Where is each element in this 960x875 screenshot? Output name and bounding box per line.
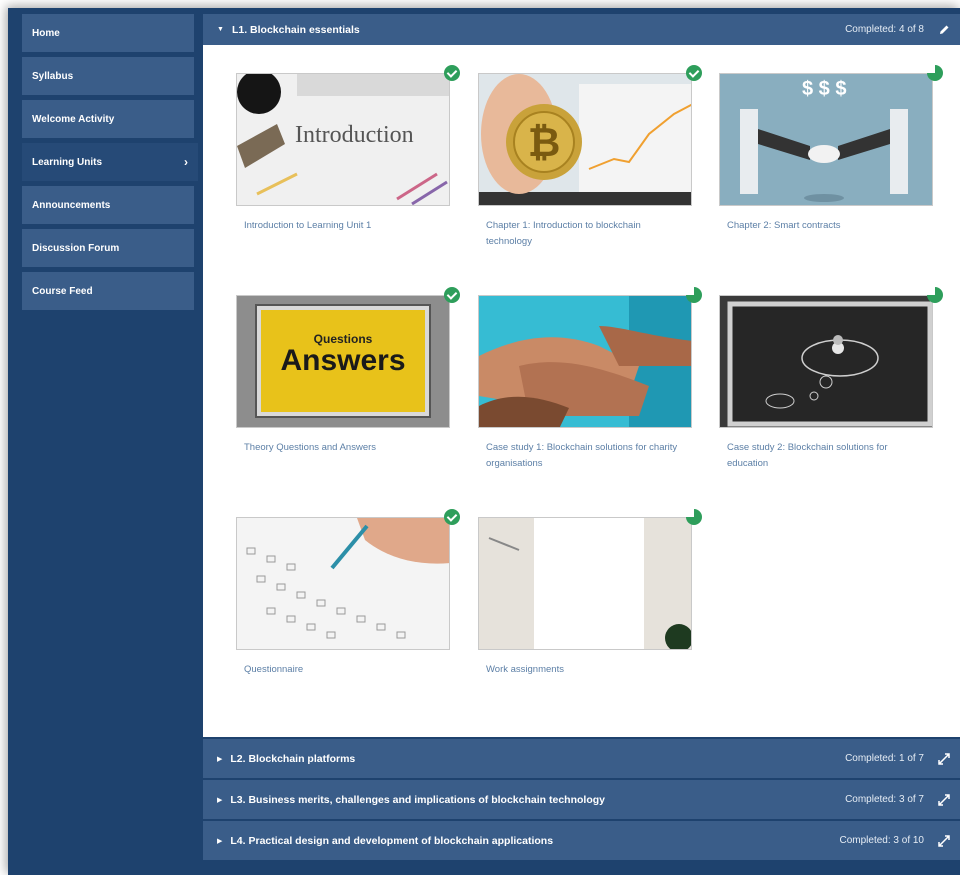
thumbnail-image: Introduction	[236, 73, 450, 206]
svg-text:₿: ₿	[528, 121, 561, 165]
unit-title: L2. Blockchain platforms	[230, 752, 356, 765]
expand-icon[interactable]	[938, 834, 950, 847]
sidebar-item-course-feed[interactable]: Course Feed	[22, 272, 194, 310]
app-frame: Home Syllabus Welcome Activity Learning …	[8, 8, 960, 875]
card-title[interactable]: Introduction to Learning Unit 1	[236, 218, 450, 234]
sidebar-item-home[interactable]: Home	[22, 14, 194, 52]
sidebar-item-label: Home	[32, 27, 60, 39]
unit-l3: ▶ L3. Business merits, challenges and im…	[203, 780, 960, 819]
pencil-icon[interactable]	[938, 24, 950, 36]
unit-l4: ▶ L4. Practical design and development o…	[203, 821, 960, 860]
card-theory-questions[interactable]: Questions Answers Theory Questions and A…	[236, 287, 460, 456]
expand-icon[interactable]	[938, 752, 950, 765]
sidebar-item-label: Learning Units	[32, 156, 103, 168]
sidebar-item-label: Syllabus	[32, 70, 74, 82]
progress-pie-icon	[686, 287, 702, 303]
card-title[interactable]: Work assignments	[478, 662, 692, 678]
card-title[interactable]: Case study 1: Blockchain solutions for c…	[478, 440, 692, 472]
unit-header-l3[interactable]: ▶ L3. Business merits, challenges and im…	[203, 780, 960, 819]
unit-l2: ▶ L2. Blockchain platforms Completed: 1 …	[203, 739, 960, 778]
thumbnail-image	[478, 517, 692, 650]
card-introduction[interactable]: Introduction Introduction to Learning Un…	[236, 65, 460, 234]
thumbnail-image	[236, 517, 450, 650]
sidebar-item-label: Welcome Activity	[32, 113, 115, 125]
card-work-assignments[interactable]: Work assignments	[478, 509, 702, 678]
thumbnail-text: Introduction	[295, 122, 414, 148]
card-case-study-1[interactable]: Case study 1: Blockchain solutions for c…	[478, 287, 702, 472]
card-title[interactable]: Chapter 1: Introduction to blockchain te…	[478, 218, 692, 250]
thumbnail-image	[719, 295, 933, 428]
progress-pie-icon	[686, 509, 702, 525]
sidebar-item-announcements[interactable]: Announcements	[22, 186, 194, 224]
completed-check-icon	[686, 65, 702, 81]
thumbnail-image: ₿	[478, 73, 692, 206]
triangle-down-icon: ▼	[217, 26, 224, 33]
card-chapter-1[interactable]: ₿ Chapter 1: Introduction to blockchain …	[478, 65, 702, 250]
unit-header-l1[interactable]: ▼ L1. Blockchain essentials Completed: 4…	[203, 14, 960, 45]
thumbnail-image	[478, 295, 692, 428]
unit-header-l4[interactable]: ▶ L4. Practical design and development o…	[203, 821, 960, 860]
unit-body-l1: Introduction Introduction to Learning Un…	[203, 45, 960, 737]
expand-icon[interactable]	[938, 793, 950, 806]
unit-title: L4. Practical design and development of …	[230, 834, 554, 847]
completion-status: Completed: 3 of 10	[839, 835, 925, 846]
main-content: ▼ L1. Blockchain essentials Completed: 4…	[203, 14, 960, 860]
unit-header-l2[interactable]: ▶ L2. Blockchain platforms Completed: 1 …	[203, 739, 960, 778]
card-case-study-2[interactable]: Case study 2: Blockchain solutions for e…	[719, 287, 943, 472]
progress-pie-icon	[927, 65, 943, 81]
sidebar-item-label: Course Feed	[32, 285, 93, 297]
card-questionnaire[interactable]: Questionnaire	[236, 509, 460, 678]
card-title[interactable]: Case study 2: Blockchain solutions for e…	[719, 440, 933, 472]
completed-check-icon	[444, 287, 460, 303]
completed-check-icon	[444, 65, 460, 81]
completion-status: Completed: 3 of 7	[845, 794, 924, 805]
completion-status: Completed: 4 of 8	[845, 24, 924, 35]
thumbnail-image: Questions Answers	[236, 295, 450, 428]
sidebar-item-discussion-forum[interactable]: Discussion Forum	[22, 229, 194, 267]
sign-maintext: Answers	[280, 344, 406, 377]
triangle-right-icon: ▶	[217, 755, 223, 763]
completed-check-icon	[444, 509, 460, 525]
card-title[interactable]: Questionnaire	[236, 662, 450, 678]
card-title[interactable]: Theory Questions and Answers	[236, 440, 450, 456]
sidebar-item-syllabus[interactable]: Syllabus	[22, 57, 194, 95]
unit-title: L3. Business merits, challenges and impl…	[230, 793, 605, 806]
unit-title: L1. Blockchain essentials	[231, 23, 360, 36]
answers-sign: Questions Answers	[255, 304, 431, 418]
card-chapter-2[interactable]: $ $ $ Chapter 2: Smart contracts	[719, 65, 943, 234]
sidebar-item-label: Discussion Forum	[32, 242, 120, 254]
progress-pie-icon	[927, 287, 943, 303]
sidebar-nav: Home Syllabus Welcome Activity Learning …	[22, 14, 198, 315]
triangle-right-icon: ▶	[217, 796, 223, 804]
sidebar-item-label: Announcements	[32, 199, 111, 211]
completion-status: Completed: 1 of 7	[845, 753, 924, 764]
sidebar-item-welcome-activity[interactable]: Welcome Activity	[22, 100, 194, 138]
card-title[interactable]: Chapter 2: Smart contracts	[719, 218, 933, 234]
dollar-icon: $ $ $	[802, 78, 847, 100]
triangle-right-icon: ▶	[217, 837, 223, 845]
thumbnail-image: $ $ $	[719, 73, 933, 206]
chevron-right-icon: ›	[184, 155, 188, 169]
sidebar-item-learning-units[interactable]: Learning Units ›	[22, 143, 198, 181]
